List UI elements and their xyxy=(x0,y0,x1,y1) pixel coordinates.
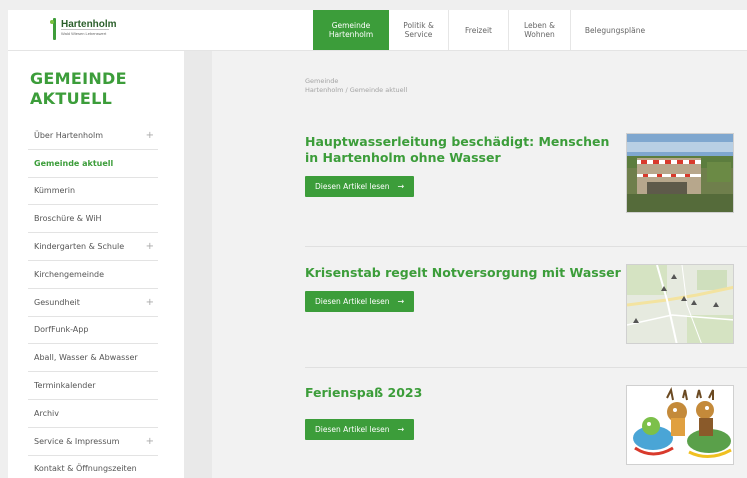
sidebar-item-label: Terminkalender xyxy=(34,381,96,391)
cartoon-illustration xyxy=(627,386,733,464)
logo-underline xyxy=(61,29,109,30)
arrow-right-icon: → xyxy=(397,182,405,191)
sidebar-item-label: Aball, Wasser & Abwasser xyxy=(34,353,138,363)
sidebar-item-label: Gesundheit xyxy=(34,297,80,307)
sidebar-item-label: Service & Impressum xyxy=(34,436,120,446)
sidebar-item-label: DorfFunk-App xyxy=(34,325,89,335)
browser-viewport: Hartenholm Wald Wiesen Lebenswert Gemein… xyxy=(8,10,747,478)
nav-item-gemeinde-hartenholm[interactable]: Gemeinde Hartenholm xyxy=(313,10,389,50)
nav-item-politik-service[interactable]: Politik & Service xyxy=(389,10,449,50)
article-divider xyxy=(305,367,747,368)
sidebar-item-gesundheit[interactable]: Gesundheit + xyxy=(28,289,158,317)
logo-leaf-mark xyxy=(50,20,54,24)
sidebar-item-broschuere[interactable]: Broschüre & WiH xyxy=(28,205,158,234)
sidebar-item-kirchengemeinde[interactable]: Kirchengemeinde xyxy=(28,261,158,289)
expand-plus-icon[interactable]: + xyxy=(146,130,154,141)
button-label: Diesen Artikel lesen xyxy=(315,297,390,306)
sidebar-item-archiv[interactable]: Archiv xyxy=(28,400,158,428)
article-title[interactable]: Krisenstab regelt Notversorgung mit Wass… xyxy=(305,265,623,281)
article-divider xyxy=(305,246,747,247)
sidebar-item-label: Über Hartenholm xyxy=(34,130,104,140)
nav-item-freizeit[interactable]: Freizeit xyxy=(449,10,509,50)
site-header: Hartenholm Wald Wiesen Lebenswert Gemein… xyxy=(8,10,747,51)
sidebar-item-service-impressum[interactable]: Service & Impressum + xyxy=(28,428,158,456)
construction-site-photo xyxy=(627,134,733,212)
article-image-construction[interactable] xyxy=(626,133,734,213)
button-label: Diesen Artikel lesen xyxy=(315,425,390,434)
article-image-map[interactable] xyxy=(626,264,734,344)
sidebar-menu: Über Hartenholm + Gemeinde aktuell Kümmer… xyxy=(28,122,158,478)
main-content: Gemeinde Hartenholm / Gemeinde aktuell H… xyxy=(184,51,747,478)
sidebar: GEMEINDE AKTUELL Über Hartenholm + Gemein… xyxy=(8,51,184,478)
button-label: Diesen Artikel lesen xyxy=(315,182,390,191)
sidebar-item-label: Kümmerin xyxy=(34,186,76,196)
expand-plus-icon[interactable]: + xyxy=(146,241,154,252)
sidebar-item-abfall-wasser[interactable]: Aball, Wasser & Abwasser xyxy=(28,344,158,373)
article-title[interactable]: Ferienspaß 2023 xyxy=(305,385,623,401)
article-card: Ferienspaß 2023 Diesen Artikel lesen → xyxy=(305,385,747,465)
sidebar-item-label: Kontakt & Öffnungszeiten xyxy=(34,464,137,474)
sidebar-item-label: Kindergarten & Schule xyxy=(34,242,125,252)
sidebar-item-kontakt[interactable]: Kontakt & Öffnungszeiten xyxy=(28,456,158,478)
read-article-button[interactable]: Diesen Artikel lesen → xyxy=(305,176,415,197)
expand-plus-icon[interactable]: + xyxy=(146,297,154,308)
sidebar-item-dorffunk-app[interactable]: DorfFunk-App xyxy=(28,317,158,345)
nav-item-belegungsplaene[interactable]: Belegungspläne xyxy=(571,10,659,50)
sidebar-item-label: Broschüre & WiH xyxy=(34,214,102,224)
article-image-cartoon[interactable] xyxy=(626,385,734,465)
site-logo[interactable]: Hartenholm Wald Wiesen Lebenswert xyxy=(50,16,130,42)
arrow-right-icon: → xyxy=(397,425,405,434)
sidebar-item-label: Archiv xyxy=(34,408,60,418)
read-article-button[interactable]: Diesen Artikel lesen → xyxy=(305,291,415,312)
main-nav: Gemeinde Hartenholm Politik & Service Fr… xyxy=(313,10,659,50)
read-article-button[interactable]: Diesen Artikel lesen → xyxy=(305,419,415,440)
arrow-right-icon: → xyxy=(397,297,405,306)
logo-tagline: Wald Wiesen Lebenswert xyxy=(61,31,107,36)
sidebar-title: GEMEINDE AKTUELL xyxy=(30,69,127,108)
sidebar-item-label: Gemeinde aktuell xyxy=(34,158,114,168)
nav-item-leben-wohnen[interactable]: Leben & Wohnen xyxy=(509,10,571,50)
sidebar-item-terminkalender[interactable]: Terminkalender xyxy=(28,372,158,400)
area-map xyxy=(627,265,733,343)
expand-plus-icon[interactable]: + xyxy=(146,436,154,447)
sidebar-item-kuemmerin[interactable]: Kümmerin xyxy=(28,178,158,206)
article-card: Hauptwasserleitung beschädigt: Menschen … xyxy=(305,133,747,213)
sidebar-item-gemeinde-aktuell[interactable]: Gemeinde aktuell xyxy=(28,150,158,178)
sidebar-item-ueber-hartenholm[interactable]: Über Hartenholm + xyxy=(28,122,158,150)
sidebar-item-kindergarten-schule[interactable]: Kindergarten & Schule + xyxy=(28,233,158,261)
article-card: Krisenstab regelt Notversorgung mit Wass… xyxy=(305,264,747,344)
sidebar-item-label: Kirchengemeinde xyxy=(34,269,105,279)
breadcrumb[interactable]: Gemeinde Hartenholm / Gemeinde aktuell xyxy=(305,77,407,95)
article-title[interactable]: Hauptwasserleitung beschädigt: Menschen … xyxy=(305,134,623,166)
